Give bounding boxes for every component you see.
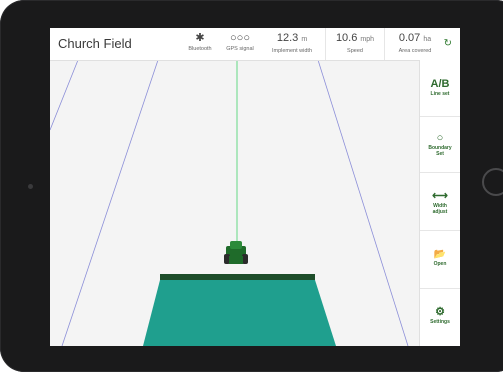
area-covered-status: 0.07 ha Area covered: [390, 31, 440, 55]
ab-line-label: Line set: [430, 91, 450, 97]
field-title[interactable]: Church Field: [58, 36, 132, 51]
gps-label: GPS signal: [226, 46, 254, 52]
settings-label: Settings: [430, 319, 450, 325]
open-button[interactable]: 📂 Open: [420, 248, 460, 267]
divider: [420, 288, 460, 289]
area-covered-label: Area covered: [398, 48, 432, 54]
tool-sidebar: A/B Line set ○ Boundary Set ⟷ Width adju…: [419, 60, 460, 346]
bluetooth-icon: ✱: [195, 32, 205, 44]
implement-width-label: Implement width: [271, 48, 313, 54]
app-screen: Church Field ✱ Bluetooth ○○○ GPS signal …: [50, 28, 460, 346]
area-covered-value: 0.07 ha: [398, 32, 432, 44]
bluetooth-label: Bluetooth: [188, 46, 212, 52]
settings-button[interactable]: ⚙ Settings: [420, 306, 460, 325]
width-adjust-icon: ⟷: [432, 190, 448, 202]
width-adjust-button[interactable]: ⟷ Width adjust: [420, 190, 460, 215]
home-button[interactable]: [482, 168, 503, 196]
boundary-set-button[interactable]: ○ Boundary Set: [420, 132, 460, 157]
ab-line-set-button[interactable]: A/B Line set: [420, 78, 460, 97]
camera: [28, 184, 33, 189]
gear-icon: ⚙: [435, 306, 445, 318]
folder-icon: 📂: [433, 249, 447, 260]
divider: [420, 230, 460, 231]
reset-area-icon[interactable]: ↻: [444, 38, 452, 49]
ab-line-icon: A/B: [430, 78, 450, 90]
divider: [420, 116, 460, 117]
bluetooth-status[interactable]: ✱ Bluetooth: [182, 31, 218, 53]
speed-status: 10.6 mph Speed: [328, 31, 382, 55]
divider: [420, 172, 460, 173]
field-canvas: [50, 59, 420, 346]
implement-bar: [160, 274, 315, 280]
covered-area: [143, 280, 336, 346]
width-adjust-label-2: adjust: [432, 209, 448, 215]
gps-signal-icon: ○○○: [230, 32, 250, 44]
tablet-frame: Church Field ✱ Bluetooth ○○○ GPS signal …: [0, 0, 503, 372]
open-label: Open: [433, 261, 447, 267]
boundary-icon: ○: [436, 132, 444, 144]
implement-width-status[interactable]: 12.3 m Implement width: [262, 31, 322, 55]
speed-label: Speed: [347, 48, 363, 54]
divider: [325, 28, 326, 60]
boundary-label-2: Set: [436, 151, 444, 157]
speed-value: 10.6 mph: [335, 32, 375, 44]
implement-width-value: 12.3 m: [276, 32, 308, 44]
field-view[interactable]: [50, 59, 420, 346]
divider: [384, 28, 385, 60]
gps-status[interactable]: ○○○ GPS signal: [222, 31, 258, 53]
status-bar: Church Field ✱ Bluetooth ○○○ GPS signal …: [50, 28, 460, 61]
